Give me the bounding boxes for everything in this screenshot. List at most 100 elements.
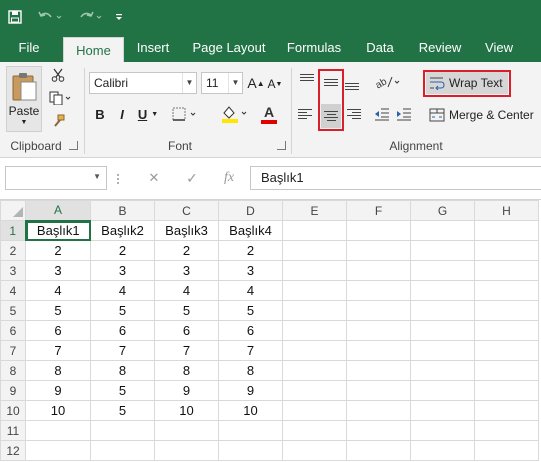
row-header[interactable]: 5 bbox=[0, 300, 26, 321]
cell-g1[interactable] bbox=[410, 220, 475, 241]
cell-a6[interactable]: 6 bbox=[25, 320, 91, 341]
cell-c12[interactable] bbox=[154, 440, 219, 461]
cell-a9[interactable]: 9 bbox=[25, 380, 91, 401]
cell-d5[interactable]: 5 bbox=[218, 300, 283, 321]
copy-icon[interactable] bbox=[46, 89, 76, 107]
bold-button[interactable]: B bbox=[92, 104, 108, 124]
cell-d12[interactable] bbox=[218, 440, 283, 461]
cell-e9[interactable] bbox=[282, 380, 347, 401]
formula-input[interactable]: Başlık1 bbox=[250, 166, 541, 190]
cell-e2[interactable] bbox=[282, 240, 347, 261]
cell-b11[interactable] bbox=[90, 420, 155, 441]
tab-page-layout[interactable]: Page Layout bbox=[188, 34, 270, 62]
cell-a2[interactable]: 2 bbox=[25, 240, 91, 261]
name-box[interactable]: ▼ bbox=[5, 166, 107, 190]
cell-b9[interactable]: 5 bbox=[90, 380, 155, 401]
cell-h6[interactable] bbox=[474, 320, 539, 341]
cell-h4[interactable] bbox=[474, 280, 539, 301]
cell-e5[interactable] bbox=[282, 300, 347, 321]
cell-g3[interactable] bbox=[410, 260, 475, 281]
redo-icon[interactable] bbox=[74, 6, 106, 28]
cell-b3[interactable]: 3 bbox=[90, 260, 155, 281]
tab-insert[interactable]: Insert bbox=[130, 34, 176, 62]
cell-f12[interactable] bbox=[346, 440, 411, 461]
cell-b7[interactable]: 7 bbox=[90, 340, 155, 361]
shrink-font-button[interactable]: A ▼ bbox=[266, 74, 284, 94]
cell-c5[interactable]: 5 bbox=[154, 300, 219, 321]
cell-a10[interactable]: 10 bbox=[25, 400, 91, 421]
cell-e3[interactable] bbox=[282, 260, 347, 281]
cell-g9[interactable] bbox=[410, 380, 475, 401]
cell-e11[interactable] bbox=[282, 420, 347, 441]
enter-icon[interactable]: ✓ bbox=[181, 168, 203, 188]
decrease-indent-icon[interactable] bbox=[373, 104, 391, 124]
cell-c8[interactable]: 8 bbox=[154, 360, 219, 381]
row-header[interactable]: 10 bbox=[0, 400, 26, 421]
cell-h1[interactable] bbox=[474, 220, 539, 241]
cell-f8[interactable] bbox=[346, 360, 411, 381]
top-align-icon[interactable] bbox=[298, 70, 316, 90]
cell-d7[interactable]: 7 bbox=[218, 340, 283, 361]
cell-g10[interactable] bbox=[410, 400, 475, 421]
cell-b2[interactable]: 2 bbox=[90, 240, 155, 261]
cell-b12[interactable] bbox=[90, 440, 155, 461]
cell-b6[interactable]: 6 bbox=[90, 320, 155, 341]
column-header-c[interactable]: C bbox=[154, 200, 219, 221]
cell-h3[interactable] bbox=[474, 260, 539, 281]
cell-e4[interactable] bbox=[282, 280, 347, 301]
cell-d9[interactable]: 9 bbox=[218, 380, 283, 401]
paste-button[interactable]: Paste ▼ bbox=[6, 66, 42, 132]
cell-g8[interactable] bbox=[410, 360, 475, 381]
customize-icon[interactable] bbox=[112, 6, 126, 28]
increase-indent-icon[interactable] bbox=[395, 104, 413, 124]
cell-c9[interactable]: 9 bbox=[154, 380, 219, 401]
tab-review[interactable]: Review bbox=[414, 34, 466, 62]
cell-e8[interactable] bbox=[282, 360, 347, 381]
cell-a12[interactable] bbox=[25, 440, 91, 461]
cell-g4[interactable] bbox=[410, 280, 475, 301]
cell-g12[interactable] bbox=[410, 440, 475, 461]
tab-file[interactable]: File bbox=[10, 34, 48, 62]
cell-h7[interactable] bbox=[474, 340, 539, 361]
row-header[interactable]: 3 bbox=[0, 260, 26, 281]
row-header[interactable]: 9 bbox=[0, 380, 26, 401]
cell-f5[interactable] bbox=[346, 300, 411, 321]
column-header-a[interactable]: A bbox=[25, 200, 91, 222]
cell-c4[interactable]: 4 bbox=[154, 280, 219, 301]
font-launcher-icon[interactable] bbox=[277, 141, 286, 150]
cell-d1[interactable]: Başlık4 bbox=[218, 220, 283, 241]
cell-f11[interactable] bbox=[346, 420, 411, 441]
orientation-button[interactable]: ab bbox=[373, 72, 403, 92]
cell-f9[interactable] bbox=[346, 380, 411, 401]
column-header-b[interactable]: B bbox=[90, 200, 155, 221]
cell-a11[interactable] bbox=[25, 420, 91, 441]
column-header-g[interactable]: G bbox=[410, 200, 475, 221]
cell-g7[interactable] bbox=[410, 340, 475, 361]
cell-h2[interactable] bbox=[474, 240, 539, 261]
cell-h12[interactable] bbox=[474, 440, 539, 461]
borders-button[interactable] bbox=[169, 104, 203, 124]
cell-h10[interactable] bbox=[474, 400, 539, 421]
bottom-align-icon[interactable] bbox=[343, 72, 361, 94]
cell-c6[interactable]: 6 bbox=[154, 320, 219, 341]
row-header[interactable]: 7 bbox=[0, 340, 26, 361]
tab-data[interactable]: Data bbox=[360, 34, 400, 62]
column-header-d[interactable]: D bbox=[218, 200, 283, 221]
row-header[interactable]: 4 bbox=[0, 280, 26, 301]
cell-f4[interactable] bbox=[346, 280, 411, 301]
cell-d3[interactable]: 3 bbox=[218, 260, 283, 281]
cell-a7[interactable]: 7 bbox=[25, 340, 91, 361]
cell-f3[interactable] bbox=[346, 260, 411, 281]
cell-a4[interactable]: 4 bbox=[25, 280, 91, 301]
cell-f7[interactable] bbox=[346, 340, 411, 361]
cell-h8[interactable] bbox=[474, 360, 539, 381]
save-icon[interactable] bbox=[4, 6, 26, 28]
insert-function-icon[interactable]: fx bbox=[218, 168, 240, 188]
cell-d6[interactable]: 6 bbox=[218, 320, 283, 341]
cell-e6[interactable] bbox=[282, 320, 347, 341]
cell-d8[interactable]: 8 bbox=[218, 360, 283, 381]
font-color-button[interactable]: A bbox=[254, 102, 284, 126]
formula-bar-resize-icon[interactable] bbox=[116, 173, 126, 184]
undo-icon[interactable] bbox=[34, 6, 66, 28]
cut-icon[interactable] bbox=[48, 66, 68, 84]
